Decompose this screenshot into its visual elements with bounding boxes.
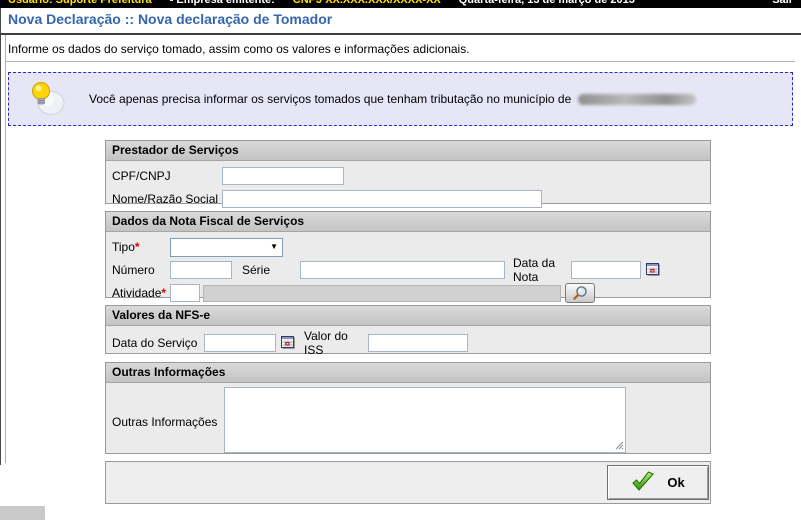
valor-do-iss-label: Valor do ISS [304,329,368,357]
nome-razao-social-input[interactable] [222,190,542,208]
required-mark: * [161,286,166,300]
ok-button[interactable]: Ok [607,465,709,500]
outras-informacoes-label: Outras Informações [112,415,224,429]
serie-label: Série [242,263,300,277]
section-outras-informacoes: Outras Informações Outras Informações [105,362,711,454]
frame-border-line-light [5,35,6,463]
numero-input[interactable] [170,261,232,279]
page-subtitle: Informe os dados do serviço tomado, assi… [8,42,470,56]
outras-informacoes-textarea[interactable] [224,387,626,453]
valor-do-iss-input[interactable] [368,334,468,352]
section-valores-nfse: Valores da NFS-e Data do Serviço [105,305,711,354]
green-check-icon [631,471,655,495]
data-da-nota-input[interactable] [571,261,641,279]
section-title: Valores da NFS-e [106,306,710,326]
cpf-cnpj-input[interactable] [222,167,344,185]
notice-text: Você apenas precisa informar os serviços… [89,92,696,106]
notice-box: Você apenas precisa informar os serviços… [8,72,793,126]
ok-button-label: Ok [667,475,684,490]
status-exit-link: Sair [772,0,793,6]
data-da-nota-label: Data da Nota [513,256,571,284]
tipo-select[interactable]: ▼ [170,238,283,257]
atividade-label: Atividade* [112,286,170,300]
atividade-codigo-input[interactable] [170,284,200,302]
lightbulb-icon [27,78,67,121]
section-title: Prestador de Serviços [106,141,710,161]
section-prestador-servicos: Prestador de Serviços CPF/CNPJ Nome/Razã… [105,140,711,204]
chevron-down-icon: ▼ [270,243,278,251]
page-title: Nova Declaração :: Nova declaração de To… [8,11,332,27]
cpf-cnpj-label: CPF/CNPJ [112,169,222,183]
status-date-text: Quarta-feira, 13 de março de 2013 [459,0,635,6]
section-title: Outras Informações [106,363,710,383]
section-dados-nota-fiscal: Dados da Nota Fiscal de Serviços Tipo* ▼… [105,211,711,298]
status-strip: Usuário: Suporte Prefeitura - Empresa em… [0,0,801,8]
atividade-search-button[interactable] [565,283,595,303]
tipo-label: Tipo* [112,240,170,254]
calendar-icon[interactable] [645,261,661,280]
action-bar: Ok [105,461,711,504]
serie-input[interactable] [300,261,505,279]
data-do-servico-input[interactable] [204,334,276,352]
data-do-servico-label: Data do Serviço [112,336,204,350]
frame-border-line-dark [0,8,1,465]
scroll-corner [0,506,45,520]
horizontal-divider [6,61,795,62]
required-mark: * [135,240,140,254]
redacted-municipality [578,94,696,105]
nome-razao-social-label: Nome/Razão Social [112,192,222,206]
status-strip-text: Usuário: Suporte Prefeitura - Empresa em… [0,0,801,6]
magnifier-icon [568,285,592,301]
section-title: Dados da Nota Fiscal de Serviços [106,212,710,232]
status-user-text: Usuário: Suporte Prefeitura [8,0,152,6]
calendar-icon[interactable] [280,334,296,353]
resize-handle[interactable] [615,439,624,453]
status-company-label: - Empresa emitente: [170,0,275,6]
title-divider [0,33,801,35]
numero-label: Número [112,263,170,277]
atividade-descricao-field [203,285,561,302]
status-cnpj-text: CNPJ XX.XXX.XXX/XXXX-XX [293,0,441,6]
